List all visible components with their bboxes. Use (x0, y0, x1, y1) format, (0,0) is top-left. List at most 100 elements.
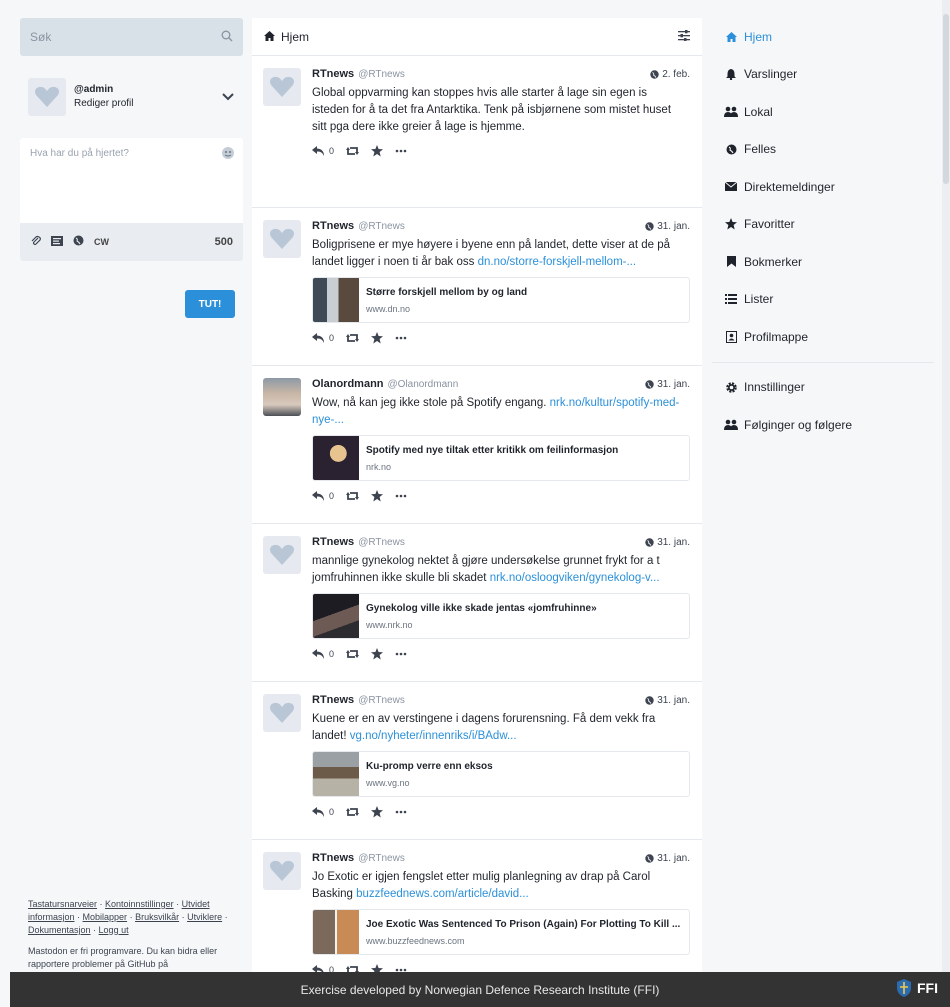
link-preview-card[interactable]: Større forskjell mellom by og land www.d… (312, 277, 690, 323)
post-link[interactable]: buzzfeednews.com/article/david... (356, 888, 529, 900)
search-icon[interactable] (221, 30, 233, 45)
footer-link-docs[interactable]: Dokumentasjon (28, 925, 91, 935)
status-post[interactable]: RTnews @RTnews 31. jan. mannlige gynekol… (252, 524, 702, 682)
paperclip-icon[interactable] (30, 235, 41, 249)
footer-link-logout[interactable]: Logg ut (99, 925, 129, 935)
boost-button[interactable] (346, 333, 360, 343)
post-author-name[interactable]: RTnews (312, 68, 354, 80)
link-preview-card[interactable]: Ku-promp verre enn eksos www.vg.no (312, 751, 690, 797)
nav-item-lists[interactable]: Lister (712, 281, 934, 319)
reply-button[interactable]: 0 (312, 333, 334, 343)
search-input[interactable] (30, 30, 200, 44)
nav-item-favourites[interactable]: Favoritter (712, 206, 934, 244)
avatar[interactable] (263, 694, 301, 732)
boost-button[interactable] (346, 807, 360, 817)
post-link[interactable]: nrk.no/osloogviken/gynekolog-v... (490, 572, 660, 584)
nav-item-notifications[interactable]: Varslinger (712, 56, 934, 94)
more-button[interactable] (395, 494, 407, 498)
avatar[interactable] (263, 852, 301, 890)
status-post[interactable]: RTnews @RTnews 31. jan. Boligprisene er … (252, 208, 702, 366)
nav-item-federated[interactable]: Felles (712, 131, 934, 169)
nav-item-settings[interactable]: Innstillinger (712, 369, 934, 407)
favourite-button[interactable] (371, 964, 384, 972)
post-author-handle[interactable]: @RTnews (358, 221, 405, 232)
post-author-handle[interactable]: @RTnews (358, 69, 405, 80)
more-button[interactable] (395, 336, 407, 340)
reply-button[interactable]: 0 (312, 965, 334, 972)
compose-textarea[interactable] (20, 138, 243, 224)
post-time[interactable]: 31. jan. (645, 695, 690, 706)
footer-link-shortcuts[interactable]: Tastatursnarveier (28, 899, 97, 909)
post-author-name[interactable]: RTnews (312, 852, 354, 864)
reply-button[interactable]: 0 (312, 146, 334, 156)
more-button[interactable] (395, 149, 407, 153)
link-preview-card[interactable]: Spotify med nye tiltak etter kritikk om … (312, 435, 690, 481)
nav-item-profile-directory[interactable]: Profilmappe (712, 318, 934, 356)
column-settings-icon[interactable] (678, 29, 690, 44)
post-time[interactable]: 31. jan. (645, 379, 690, 390)
reply-button[interactable]: 0 (312, 491, 334, 501)
globe-icon[interactable] (73, 235, 84, 249)
reply-button[interactable]: 0 (312, 649, 334, 659)
post-time[interactable]: 2. feb. (650, 69, 690, 80)
status-post[interactable]: RTnews @RTnews 31. jan. Jo Exotic er igj… (252, 840, 702, 972)
boost-button[interactable] (346, 649, 360, 659)
link-preview-card[interactable]: Gynekolog ville ikke skade jentas «jomfr… (312, 593, 690, 639)
favourite-button[interactable] (371, 145, 384, 157)
status-post[interactable]: Olanordmann @Olanordmann 31. jan. Wow, n… (252, 366, 702, 524)
avatar[interactable] (263, 220, 301, 258)
more-button[interactable] (395, 810, 407, 814)
post-author-handle[interactable]: @RTnews (358, 853, 405, 864)
post-time[interactable]: 31. jan. (645, 537, 690, 548)
avatar[interactable] (263, 536, 301, 574)
favourite-button[interactable] (371, 490, 384, 502)
scrollbar-thumb[interactable] (943, 14, 949, 184)
status-post[interactable]: RTnews @RTnews 2. feb. Global oppvarming… (252, 56, 702, 208)
status-post[interactable]: RTnews @RTnews 31. jan. Kuene er en av v… (252, 682, 702, 840)
post-time[interactable]: 31. jan. (645, 853, 690, 864)
post-author-name[interactable]: RTnews (312, 220, 354, 232)
avatar[interactable] (263, 68, 301, 106)
more-button[interactable] (395, 652, 407, 656)
favourite-button[interactable] (371, 332, 384, 344)
reply-button[interactable]: 0 (312, 807, 334, 817)
emoji-icon[interactable] (221, 146, 235, 163)
boost-button[interactable] (346, 146, 360, 156)
post-author-handle[interactable]: @RTnews (358, 695, 405, 706)
link-preview-card[interactable]: Joe Exotic Was Sentenced To Prison (Agai… (312, 909, 690, 955)
nav-item-direct[interactable]: Direktemeldinger (712, 168, 934, 206)
nav-item-bookmarks[interactable]: Bokmerker (712, 243, 934, 281)
post-author-handle[interactable]: @RTnews (358, 537, 405, 548)
publish-button[interactable]: TUT! (185, 290, 235, 318)
column-header[interactable]: Hjem (252, 18, 702, 56)
footer-link-terms[interactable]: Bruksvilkår (135, 912, 179, 922)
favourite-button[interactable] (371, 806, 384, 818)
edit-profile-link[interactable]: Rediger profil (74, 98, 133, 109)
post-author-handle[interactable]: @Olanordmann (388, 379, 459, 390)
post-time[interactable]: 31. jan. (645, 221, 690, 232)
boost-button[interactable] (346, 491, 360, 501)
post-link[interactable]: vg.no/nyheter/innenriks/i/BAdw... (350, 730, 517, 742)
avatar[interactable] (28, 78, 66, 116)
post-actions: 0 (312, 964, 690, 972)
boost-button[interactable] (346, 965, 360, 972)
search-box[interactable] (20, 18, 243, 56)
footer-link-account-settings[interactable]: Kontoinnstillinger (105, 899, 174, 909)
post-author-name[interactable]: RTnews (312, 536, 354, 548)
poll-icon[interactable] (51, 235, 63, 249)
post-author-name[interactable]: Olanordmann (312, 378, 384, 390)
nav-item-follows[interactable]: Følginger og følgere (712, 406, 934, 444)
footer-link-developers[interactable]: Utviklere (187, 912, 222, 922)
page-scrollbar[interactable] (942, 0, 950, 972)
cw-toggle[interactable]: CW (94, 237, 109, 247)
favourite-button[interactable] (371, 648, 384, 660)
post-link[interactable]: dn.no/storre-forskjell-mellom-... (478, 256, 636, 268)
profile-username[interactable]: @admin (74, 83, 221, 97)
avatar[interactable] (263, 378, 301, 416)
footer-link-mobile-apps[interactable]: Mobilapper (83, 912, 128, 922)
nav-item-home[interactable]: Hjem (712, 18, 934, 56)
nav-item-local[interactable]: Lokal (712, 93, 934, 131)
chevron-down-icon[interactable] (221, 90, 235, 104)
post-timestamp: 31. jan. (657, 694, 690, 706)
post-author-name[interactable]: RTnews (312, 694, 354, 706)
